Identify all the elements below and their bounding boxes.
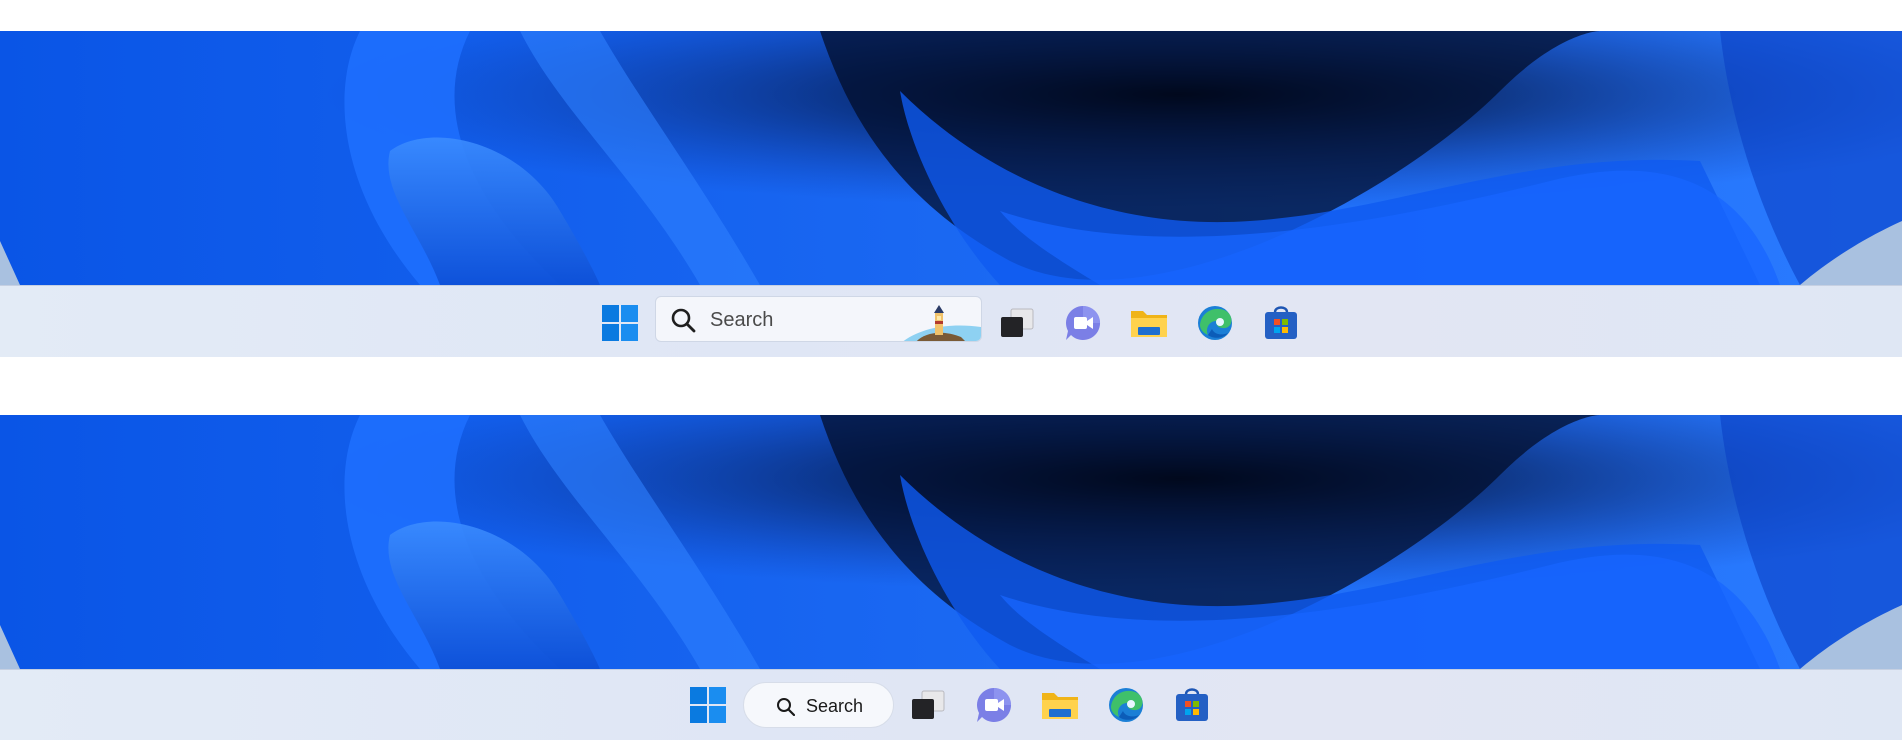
file-explorer-icon[interactable] xyxy=(1129,303,1169,343)
task-view-icon[interactable] xyxy=(908,685,948,725)
search-placeholder: Search xyxy=(710,309,774,331)
desktop-wallpaper xyxy=(0,31,1902,285)
search-box[interactable]: Search xyxy=(655,296,982,342)
task-view-icon[interactable] xyxy=(997,303,1037,343)
teams-chat-icon[interactable] xyxy=(1063,303,1103,343)
microsoft-store-icon[interactable] xyxy=(1261,303,1301,343)
search-placeholder: Search xyxy=(806,696,864,716)
screenshot-canvas: Search Search xyxy=(0,0,1902,740)
teams-chat-icon[interactable] xyxy=(974,685,1014,725)
taskbar: Search xyxy=(0,285,1902,357)
desktop-variant-search-box: Search xyxy=(0,31,1902,357)
windows-start-icon[interactable] xyxy=(600,303,640,343)
search-highlight-art xyxy=(903,305,981,341)
file-explorer-icon[interactable] xyxy=(1040,685,1080,725)
edge-browser-icon[interactable] xyxy=(1106,685,1146,725)
microsoft-store-icon[interactable] xyxy=(1172,685,1212,725)
desktop-variant-search-pill: Search xyxy=(0,415,1902,740)
search-icon xyxy=(777,698,795,716)
edge-browser-icon[interactable] xyxy=(1195,303,1235,343)
search-icon xyxy=(671,308,696,333)
search-box[interactable]: Search xyxy=(743,682,894,728)
windows-start-icon[interactable] xyxy=(688,685,728,725)
desktop-wallpaper xyxy=(0,415,1902,669)
taskbar: Search xyxy=(0,669,1902,740)
